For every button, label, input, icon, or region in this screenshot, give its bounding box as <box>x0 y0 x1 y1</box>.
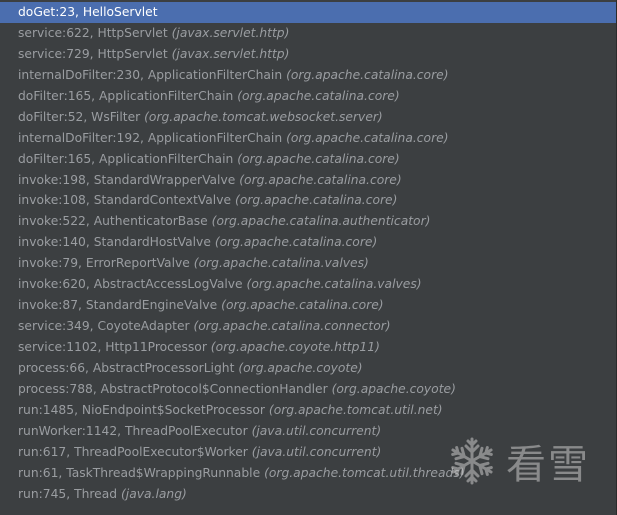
frame-package: (org.apache.catalina.core) <box>221 298 384 313</box>
frame-row[interactable]: service:622, HttpServlet (javax.servlet.… <box>0 23 616 44</box>
frame-method: doFilter:165, ApplicationFilterChain <box>18 151 234 166</box>
frame-row[interactable]: internalDoFilter:192, ApplicationFilterC… <box>0 128 616 149</box>
frame-method: internalDoFilter:192, ApplicationFilterC… <box>18 130 283 145</box>
frame-method: doGet:23, HelloServlet <box>18 5 158 19</box>
frame-package: (org.apache.coyote.http11) <box>210 340 380 354</box>
frame-row[interactable]: run:1485, NioEndpoint$SocketProcessor (o… <box>0 400 616 421</box>
frame-package: (org.apache.tomcat.websocket.server) <box>144 109 383 124</box>
frame-row[interactable]: doFilter:165, ApplicationFilterChain (or… <box>0 149 616 170</box>
frame-package: (org.apache.coyote) <box>238 360 363 375</box>
frame-row[interactable]: invoke:620, AbstractAccessLogValve (org.… <box>0 274 616 295</box>
frame-method: invoke:620, AbstractAccessLogValve <box>18 277 243 292</box>
frame-method: run:617, ThreadPoolExecutor$Worker <box>18 444 248 459</box>
frame-package: (java.util.concurrent) <box>251 423 382 438</box>
watermark: 看雪 <box>446 432 590 490</box>
frame-method: internalDoFilter:230, ApplicationFilterC… <box>18 67 283 82</box>
frame-row[interactable]: doFilter:165, ApplicationFilterChain (or… <box>0 86 616 107</box>
frame-method: invoke:198, StandardWrapperValve <box>18 172 236 187</box>
frame-method: run:745, Thread <box>18 486 118 501</box>
frame-method: service:729, HttpServlet <box>18 46 168 61</box>
frame-package: (java.lang) <box>121 486 187 501</box>
frame-package: (org.apache.catalina.core) <box>239 172 402 187</box>
frame-method: run:1485, NioEndpoint$SocketProcessor <box>18 402 265 417</box>
frame-package: (org.apache.catalina.core) <box>286 67 449 82</box>
frames-list: doGet:23, HelloServlet service:622, HttpS… <box>0 2 616 505</box>
frame-package: (org.apache.catalina.authenticator) <box>211 214 431 229</box>
frame-package: (org.apache.catalina.core) <box>214 235 378 250</box>
frame-method: runWorker:1142, ThreadPoolExecutor <box>18 423 248 438</box>
frame-package: (org.apache.catalina.valves) <box>193 256 369 271</box>
frame-row[interactable]: internalDoFilter:230, ApplicationFilterC… <box>0 65 616 86</box>
frame-method: invoke:140, StandardHostValve <box>18 235 211 250</box>
frame-method: invoke:522, AuthenticatorBase <box>18 214 208 229</box>
frame-package: (org.apache.tomcat.util.net) <box>268 402 443 417</box>
frames-panel: doGet:23, HelloServlet service:622, HttpS… <box>0 0 617 515</box>
frame-row[interactable]: invoke:198, StandardWrapperValve (org.ap… <box>0 170 616 191</box>
frame-row-selected[interactable]: doGet:23, HelloServlet <box>0 2 616 23</box>
frame-row[interactable]: service:729, HttpServlet (javax.servlet.… <box>0 44 616 65</box>
frame-method: service:1102, Http11Processor <box>18 340 207 354</box>
frame-row[interactable]: invoke:79, ErrorReportValve (org.apache.… <box>0 253 616 274</box>
frame-method: invoke:79, ErrorReportValve <box>18 256 190 271</box>
snowflake-icon <box>446 435 498 487</box>
frame-method: run:61, TaskThread$WrappingRunnable <box>18 465 261 480</box>
frame-row[interactable]: invoke:522, AuthenticatorBase (org.apach… <box>0 211 616 232</box>
frame-method: process:788, AbstractProtocol$Connection… <box>18 381 328 396</box>
frame-method: service:622, HttpServlet <box>18 25 168 40</box>
frame-row[interactable]: process:66, AbstractProcessorLight (org.… <box>0 358 616 379</box>
frame-package: (org.apache.catalina.valves) <box>246 277 422 292</box>
frame-method: doFilter:165, ApplicationFilterChain <box>18 88 234 103</box>
frame-package: (javax.servlet.http) <box>171 46 290 61</box>
frame-row[interactable]: invoke:140, StandardHostValve (org.apach… <box>0 232 616 253</box>
frame-method: invoke:87, StandardEngineValve <box>18 298 218 313</box>
frame-package: (java.util.concurrent) <box>251 444 382 459</box>
frame-package: (org.apache.tomcat.util.threads) <box>264 465 465 480</box>
frame-row[interactable]: service:1102, Http11Processor (org.apach… <box>0 337 616 358</box>
frame-package: (org.apache.catalina.connector) <box>193 319 391 334</box>
frame-package: (org.apache.coyote) <box>331 381 456 396</box>
frame-method: process:66, AbstractProcessorLight <box>18 360 235 375</box>
frame-package: (org.apache.catalina.core) <box>286 130 449 145</box>
frame-package: (org.apache.catalina.core) <box>237 151 400 166</box>
frame-package: (org.apache.catalina.core) <box>237 88 400 103</box>
frame-row[interactable]: doFilter:52, WsFilter (org.apache.tomcat… <box>0 107 616 128</box>
frame-row[interactable]: invoke:87, StandardEngineValve (org.apac… <box>0 295 616 316</box>
watermark-text: 看雪 <box>506 442 590 488</box>
frame-package: (javax.servlet.http) <box>171 25 290 40</box>
frame-row[interactable]: process:788, AbstractProtocol$Connection… <box>0 379 616 400</box>
frame-row[interactable]: invoke:108, StandardContextValve (org.ap… <box>0 190 616 211</box>
frame-row[interactable]: service:349, CoyoteAdapter (org.apache.c… <box>0 316 616 337</box>
frame-package: (org.apache.catalina.core) <box>234 193 398 208</box>
frame-method: doFilter:52, WsFilter <box>18 109 141 124</box>
frame-method: service:349, CoyoteAdapter <box>18 319 190 334</box>
frame-method: invoke:108, StandardContextValve <box>18 193 232 208</box>
